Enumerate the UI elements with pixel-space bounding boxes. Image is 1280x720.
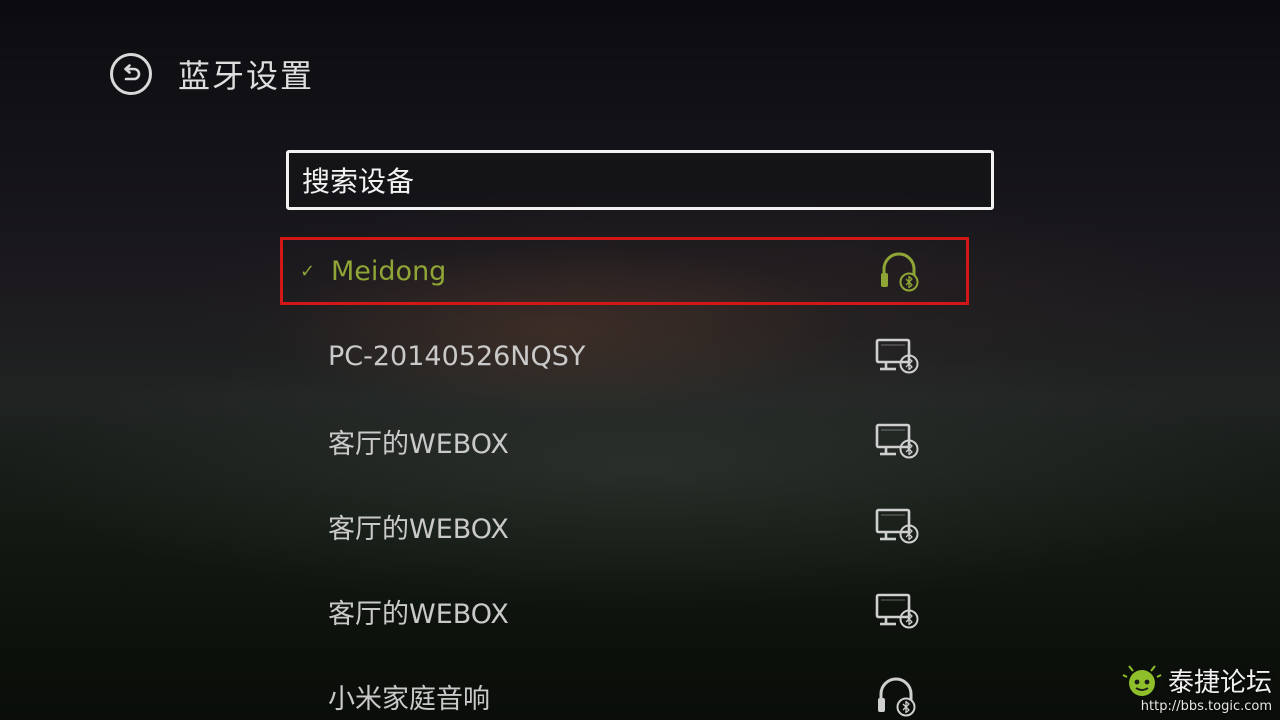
back-button[interactable] xyxy=(110,53,152,95)
page-title: 蓝牙设置 xyxy=(178,57,315,95)
device-row[interactable]: 客厅的WEBOX xyxy=(280,492,969,560)
device-row[interactable]: ✓ Meidong xyxy=(280,237,969,305)
watermark-title: 泰捷论坛 xyxy=(1167,668,1272,698)
device-name: 客厅的WEBOX xyxy=(328,513,509,545)
device-name: Meidong xyxy=(331,255,447,287)
device-name: 客厅的WEBOX xyxy=(328,598,509,630)
device-name: 小米家庭音响 xyxy=(328,683,490,715)
computer-bluetooth-icon xyxy=(875,338,919,374)
device-row[interactable]: 小米家庭音响 xyxy=(280,662,969,720)
connected-check-icon: ✓ xyxy=(300,260,316,282)
computer-bluetooth-icon xyxy=(875,593,919,629)
device-row[interactable]: 客厅的WEBOX xyxy=(280,577,969,645)
search-devices-label: 搜索设备 xyxy=(302,165,415,198)
header: 蓝牙设置 xyxy=(110,50,314,98)
device-name: 客厅的WEBOX xyxy=(328,428,509,460)
logo-icon xyxy=(1122,664,1162,696)
computer-bluetooth-icon xyxy=(875,423,919,459)
device-row[interactable]: PC-20140526NQSY xyxy=(280,322,969,390)
watermark-url: http://bbs.togic.com xyxy=(1140,699,1272,714)
search-devices-button[interactable]: 搜索设备 xyxy=(286,150,994,210)
headphones-bluetooth-icon xyxy=(878,677,916,717)
watermark: 泰捷论坛 http://bbs.togic.com xyxy=(1122,662,1272,714)
device-row[interactable]: 客厅的WEBOX xyxy=(280,407,969,475)
headphones-bluetooth-icon xyxy=(881,252,919,292)
computer-bluetooth-icon xyxy=(875,508,919,544)
back-arrow-icon xyxy=(124,64,141,81)
device-name: PC-20140526NQSY xyxy=(328,340,586,372)
